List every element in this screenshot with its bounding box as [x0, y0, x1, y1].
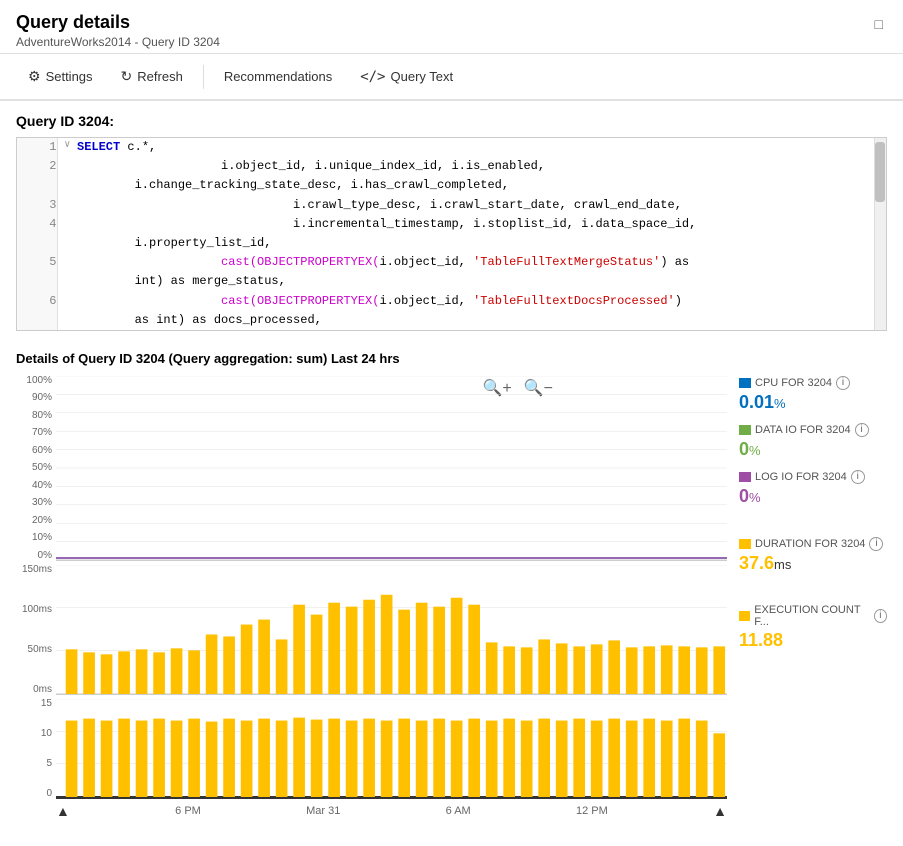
log-io-legend-color — [739, 472, 751, 482]
query-section-title: Query ID 3204: — [16, 113, 887, 129]
recommendations-label: Recommendations — [224, 69, 332, 84]
exec-legend-color — [739, 611, 750, 621]
page-title: Query details — [16, 12, 220, 33]
duration-legend-item: DURATION FOR 3204 i 37.6ms — [739, 537, 887, 574]
x-axis-label-6am: 6 AM — [446, 805, 471, 817]
cpu-legend-value: 0.01% — [739, 392, 887, 413]
title-bar: Query details AdventureWorks2014 - Query… — [0, 0, 903, 54]
x-axis-arrow-right[interactable]: ▲ — [713, 803, 727, 819]
cpu-chart — [56, 376, 727, 561]
chart-section: Details of Query ID 3204 (Query aggregat… — [16, 351, 887, 819]
duration-info-icon[interactable]: i — [869, 537, 883, 551]
code-line-2: 2 i.object_id, i.unique_index_id, i.is_e… — [17, 157, 886, 195]
page-subtitle: AdventureWorks2014 - Query ID 3204 — [16, 35, 220, 49]
maximize-icon[interactable]: □ — [871, 12, 887, 36]
settings-label: Settings — [46, 69, 93, 84]
x-axis-label-mar31: Mar 31 — [306, 805, 340, 817]
exec-y-axis: 15 10 5 0 — [16, 699, 56, 799]
code-line-4: 4 i.incremental_timestamp, i.stoplist_id… — [17, 215, 886, 253]
dur-y-axis: 150ms 100ms 50ms 0ms — [16, 565, 56, 695]
data-io-legend-item: DATA IO FOR 3204 i 0% — [739, 423, 887, 460]
data-io-legend-label: DATA IO FOR 3204 — [755, 424, 851, 436]
query-text-label: Query Text — [391, 69, 454, 84]
chart-title: Details of Query ID 3204 (Query aggregat… — [16, 351, 887, 366]
code-line-3: 3 i.crawl_type_desc, i.crawl_start_date,… — [17, 196, 886, 215]
log-io-legend-label: LOG IO FOR 3204 — [755, 471, 847, 483]
x-axis-label-6pm: 6 PM — [175, 805, 201, 817]
execution-chart — [56, 699, 727, 799]
x-axis: ▲ 6 PM Mar 31 6 AM 12 PM ▲ — [16, 799, 727, 819]
duration-chart — [56, 565, 727, 695]
log-io-legend-item: LOG IO FOR 3204 i 0% — [739, 470, 887, 507]
code-line-6: 6 cast(OBJECTPROPERTYEX(i.object_id, 'Ta… — [17, 292, 886, 330]
scrollbar-thumb[interactable] — [875, 142, 885, 202]
data-io-legend-color — [739, 425, 751, 435]
x-axis-arrow-left[interactable]: ▲ — [56, 803, 70, 819]
cpu-legend-item: CPU FOR 3204 i 0.01% — [739, 376, 887, 413]
settings-button[interactable]: ⚙ Settings — [16, 62, 105, 91]
settings-icon: ⚙ — [28, 68, 41, 85]
refresh-icon: ↻ — [121, 68, 133, 85]
cpu-legend-color — [739, 378, 751, 388]
cpu-y-axis: 100% 90% 80% 70% 60% 50% 40% 30% 20% 10%… — [16, 376, 56, 561]
scrollbar[interactable] — [874, 138, 886, 330]
duration-legend-color — [739, 539, 751, 549]
code-line-1: 1 ∨ SELECT c.*, — [17, 138, 886, 157]
log-io-info-icon[interactable]: i — [851, 470, 865, 484]
data-io-info-icon[interactable]: i — [855, 423, 869, 437]
chart-legend: CPU FOR 3204 i 0.01% DATA IO FOR 3204 i … — [727, 376, 887, 661]
exec-legend-label: EXECUTION COUNT F... — [754, 604, 870, 628]
toolbar: ⚙ Settings ↻ Refresh Recommendations </>… — [0, 54, 903, 101]
exec-info-icon[interactable]: i — [874, 609, 887, 623]
duration-legend-label: DURATION FOR 3204 — [755, 538, 865, 550]
content-area: Query ID 3204: 1 ∨ SELECT c.*, 2 i.objec… — [0, 101, 903, 841]
x-axis-label-12pm: 12 PM — [576, 805, 608, 817]
exec-legend-value: 11.88 — [739, 630, 887, 651]
refresh-button[interactable]: ↻ Refresh — [109, 62, 195, 91]
toolbar-separator — [203, 65, 204, 89]
query-text-button[interactable]: </> Query Text — [348, 63, 465, 91]
code-container[interactable]: 1 ∨ SELECT c.*, 2 i.object_id, i.unique_… — [16, 137, 887, 331]
data-io-legend-value: 0% — [739, 439, 887, 460]
cpu-legend-label: CPU FOR 3204 — [755, 377, 832, 389]
exec-legend-item: EXECUTION COUNT F... i 11.88 — [739, 604, 887, 651]
code-line-5: 5 cast(OBJECTPROPERTYEX(i.object_id, 'Ta… — [17, 253, 886, 291]
refresh-label: Refresh — [137, 69, 183, 84]
log-io-legend-value: 0% — [739, 486, 887, 507]
cpu-info-icon[interactable]: i — [836, 376, 850, 390]
code-icon: </> — [360, 69, 385, 85]
recommendations-button[interactable]: Recommendations — [212, 63, 344, 90]
duration-legend-value: 37.6ms — [739, 553, 887, 574]
